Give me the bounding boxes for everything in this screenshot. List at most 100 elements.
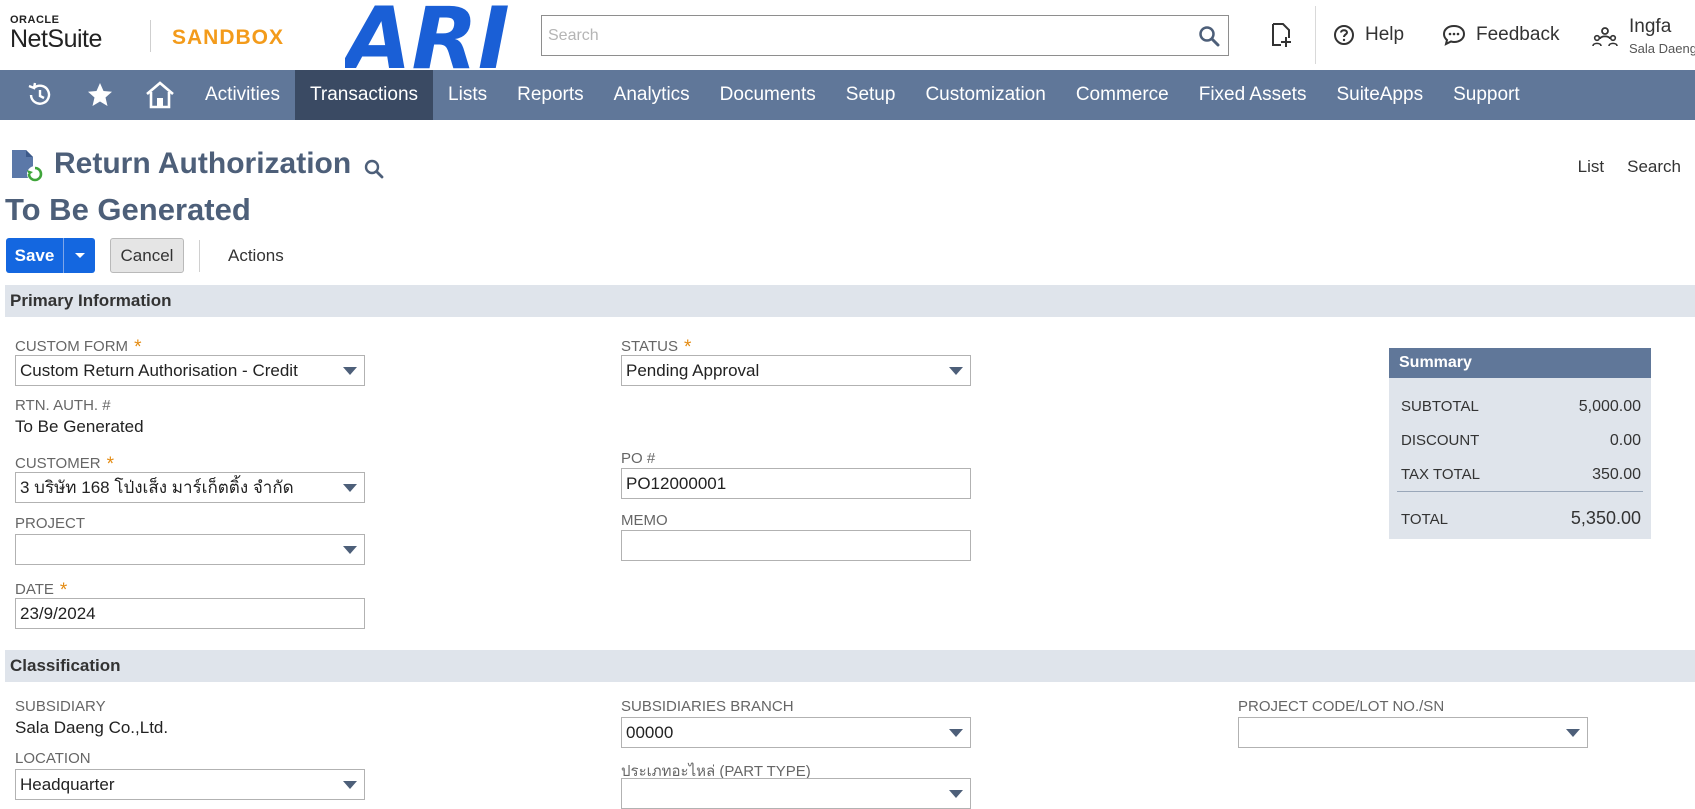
memo-field[interactable] — [621, 530, 971, 561]
button-divider — [199, 239, 200, 272]
total-value: 5,350.00 — [1570, 508, 1641, 528]
status-label-text: STATUS — [621, 338, 678, 355]
help-link[interactable]: Help — [1333, 22, 1404, 48]
section-primary-information[interactable]: Primary Information — [5, 285, 1695, 317]
dropdown-arrow-icon[interactable] — [343, 484, 357, 492]
netsuite-logo-text: NetSuite — [10, 25, 102, 53]
nav-fixed-assets[interactable]: Fixed Assets — [1184, 70, 1322, 120]
po-input[interactable] — [626, 473, 970, 494]
save-button[interactable]: Save — [6, 238, 64, 273]
memo-label: MEMO — [621, 512, 668, 529]
discount-label: DISCOUNT — [1401, 432, 1480, 449]
discount-value: 0.00 — [1609, 432, 1641, 449]
custom-form-label: CUSTOM FORM * — [15, 335, 141, 358]
nav-lists[interactable]: Lists — [433, 70, 502, 120]
subsidiaries-branch-label: SUBSIDIARIES BRANCH — [621, 698, 794, 715]
custom-form-label-text: CUSTOM FORM — [15, 338, 129, 355]
header-divider — [1315, 6, 1316, 64]
search-link[interactable]: Search — [1627, 157, 1681, 177]
title-search-icon[interactable] — [363, 158, 385, 180]
create-new-document-icon[interactable] — [1268, 22, 1294, 48]
dropdown-arrow-icon[interactable] — [343, 546, 357, 554]
custom-form-select[interactable]: Custom Return Authorisation - Credit — [15, 355, 365, 386]
dropdown-arrow-icon[interactable] — [343, 367, 357, 375]
company-logo: ARI — [339, 0, 517, 89]
summary-title: Summary — [1389, 348, 1651, 378]
search-icon[interactable] — [1198, 25, 1220, 47]
customer-label-text: CUSTOMER — [15, 455, 101, 472]
nav-documents[interactable]: Documents — [705, 70, 831, 120]
global-search-input[interactable] — [542, 16, 1172, 55]
feedback-label: Feedback — [1476, 24, 1560, 45]
actions-menu[interactable]: Actions — [228, 246, 284, 266]
nav-commerce[interactable]: Commerce — [1061, 70, 1184, 120]
customer-label: CUSTOMER * — [15, 452, 114, 475]
dropdown-arrow-icon[interactable] — [343, 781, 357, 789]
total-label: TOTAL — [1401, 511, 1448, 528]
status-value: Pending Approval — [626, 360, 760, 380]
date-input[interactable] — [20, 603, 364, 624]
subtotal-value: 5,000.00 — [1578, 398, 1641, 415]
nav-analytics[interactable]: Analytics — [599, 70, 705, 120]
record-number: To Be Generated — [5, 192, 251, 227]
feedback-link[interactable]: Feedback — [1442, 22, 1559, 48]
tax-total-value: 350.00 — [1592, 466, 1641, 483]
return-authorization-icon — [9, 148, 45, 184]
date-field[interactable] — [15, 598, 365, 629]
cancel-button[interactable]: Cancel — [110, 238, 184, 273]
role-switch-icon — [1592, 24, 1618, 50]
main-nav: Activities Transactions Lists Reports An… — [0, 70, 1695, 120]
nav-support[interactable]: Support — [1438, 70, 1535, 120]
nav-customization[interactable]: Customization — [910, 70, 1060, 120]
user-menu[interactable]: Ingfa Sala Daeng — [1592, 14, 1695, 62]
custom-form-value: Custom Return Authorisation - Credit — [20, 360, 298, 380]
save-options-dropdown[interactable] — [64, 238, 95, 273]
summary-divider — [1397, 491, 1643, 492]
po-field[interactable] — [621, 468, 971, 499]
page-links: List Search — [1578, 157, 1681, 177]
subsidiary-value: Sala Daeng Co.,Ltd. — [15, 718, 169, 737]
dropdown-arrow-icon[interactable] — [949, 790, 963, 798]
dropdown-arrow-icon[interactable] — [1566, 729, 1580, 737]
memo-input[interactable] — [626, 535, 970, 556]
dropdown-arrow-icon[interactable] — [949, 729, 963, 737]
project-select[interactable] — [15, 534, 365, 565]
page-title: Return Authorization — [54, 147, 352, 180]
nav-transactions[interactable]: Transactions — [294, 70, 434, 120]
help-icon — [1334, 25, 1354, 45]
dropdown-arrow-icon[interactable] — [949, 367, 963, 375]
project-code-label: PROJECT CODE/LOT NO./SN — [1238, 698, 1445, 715]
location-label: LOCATION — [15, 750, 91, 767]
nav-setup[interactable]: Setup — [831, 70, 911, 120]
customer-select[interactable]: 3 บริษัท 168 โป่งเส็ง มาร์เก็ตติ้ง จำกัด — [15, 472, 365, 503]
list-link[interactable]: List — [1578, 157, 1604, 177]
star-icon[interactable] — [70, 70, 130, 120]
subsidiaries-branch-select[interactable]: 00000 — [621, 717, 971, 748]
subtotal-label: SUBTOTAL — [1401, 398, 1479, 415]
status-select[interactable]: Pending Approval — [621, 355, 971, 386]
subsidiaries-branch-value: 00000 — [626, 722, 674, 742]
customer-value: 3 บริษัท 168 โป่งเส็ง มาร์เก็ตติ้ง จำกัด — [20, 478, 294, 497]
nav-suiteapps[interactable]: SuiteApps — [1321, 70, 1438, 120]
chevron-down-icon — [74, 252, 85, 258]
recent-records-icon[interactable] — [10, 70, 70, 120]
summary-box: Summary SUBTOTAL 5,000.00 DISCOUNT 0.00 … — [1389, 348, 1651, 539]
summary-discount-row: DISCOUNT 0.00 — [1401, 432, 1641, 450]
status-label: STATUS * — [621, 335, 691, 358]
project-code-select[interactable] — [1238, 717, 1588, 748]
subsidiary-label: SUBSIDIARY — [15, 698, 106, 715]
feedback-icon — [1442, 24, 1466, 46]
summary-total-row: TOTAL 5,350.00 — [1401, 508, 1641, 529]
location-value: Headquarter — [20, 774, 115, 794]
nav-activities[interactable]: Activities — [190, 70, 295, 120]
section-classification[interactable]: Classification — [5, 650, 1695, 682]
home-icon[interactable] — [130, 70, 190, 120]
part-type-select[interactable] — [621, 778, 971, 809]
summary-subtotal-row: SUBTOTAL 5,000.00 — [1401, 398, 1641, 416]
nav-reports[interactable]: Reports — [502, 70, 599, 120]
location-select[interactable]: Headquarter — [15, 769, 365, 800]
netsuite-logo[interactable]: ORACLE NetSuite — [10, 14, 120, 56]
save-button-group: Save — [6, 238, 95, 273]
global-search-box[interactable] — [541, 15, 1229, 56]
date-label-text: DATE — [15, 581, 54, 598]
